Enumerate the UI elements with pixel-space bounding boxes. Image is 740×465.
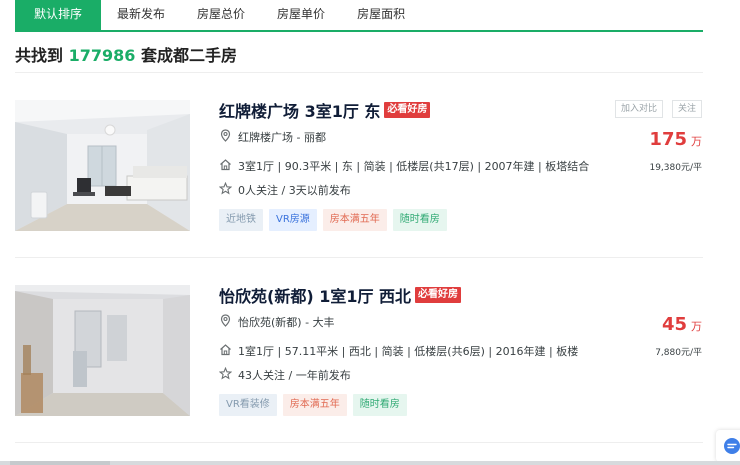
- listing-title-text[interactable]: 红牌楼广场 3室1厅 东: [219, 98, 380, 122]
- must-see-badge: 必看好房: [384, 102, 431, 118]
- result-count: 177986: [68, 46, 136, 65]
- tag-five-years: 房本满五年: [322, 209, 387, 231]
- star-icon: [219, 367, 232, 380]
- listing-title[interactable]: 怡欣苑(新都) 1室1厅 西北 必看好房: [219, 283, 462, 307]
- location-separator: -: [301, 316, 313, 329]
- scrollbar-thumb[interactable]: [10, 461, 110, 465]
- listing-tags: VR看装修 房本满五年 随时看房: [219, 394, 407, 416]
- house-icon: [220, 344, 231, 356]
- location-pin-icon: [220, 314, 231, 327]
- district-link[interactable]: 丽都: [304, 131, 326, 144]
- divider: [15, 257, 703, 258]
- divider: [15, 442, 703, 443]
- total-price: 175 万: [649, 129, 702, 150]
- chat-icon[interactable]: [722, 436, 740, 456]
- must-see-badge: 必看好房: [415, 287, 462, 303]
- listing-location: 怡欣苑(新都) - 大丰: [238, 314, 335, 330]
- summary-prefix: 共找到: [15, 46, 64, 65]
- sort-bar: 默认排序 最新发布 房屋总价 房屋单价 房屋面积: [15, 0, 703, 32]
- sort-tab-newest[interactable]: 最新发布: [101, 0, 181, 30]
- summary-suffix: 套成都二手房: [140, 46, 237, 65]
- divider: [15, 72, 703, 73]
- listing-follow-info: 0人关注 / 3天以前发布: [238, 184, 351, 197]
- tag-five-years: 房本满五年: [282, 394, 347, 416]
- house-icon: [220, 159, 231, 171]
- tag-anytime-viewing: 随时看房: [352, 394, 407, 416]
- total-price-unit: 万: [691, 135, 702, 148]
- listing-photo[interactable]: [15, 100, 190, 231]
- location-pin-icon: [220, 129, 231, 142]
- tag-anytime-viewing: 随时看房: [392, 209, 447, 231]
- community-link[interactable]: 红牌楼广场: [238, 131, 293, 144]
- star-icon: [219, 182, 232, 195]
- sort-tab-total-price[interactable]: 房屋总价: [181, 0, 261, 30]
- sort-tab-area[interactable]: 房屋面积: [341, 0, 421, 30]
- total-price-unit: 万: [691, 320, 702, 333]
- total-price-value: 45: [661, 314, 687, 335]
- sort-tab-unit-price[interactable]: 房屋单价: [261, 0, 341, 30]
- listing-location: 红牌楼广场 - 丽都: [238, 129, 326, 145]
- add-compare-button[interactable]: 加入对比: [615, 100, 664, 118]
- district-link[interactable]: 大丰: [313, 316, 335, 329]
- listing-tags: 近地铁 VR房源 房本满五年 随时看房: [219, 209, 447, 231]
- tag-vr-listing: VR房源: [269, 209, 317, 231]
- tag-near-subway: 近地铁: [219, 209, 263, 231]
- horizontal-scrollbar[interactable]: [0, 461, 740, 465]
- location-separator: -: [293, 131, 304, 144]
- unit-price: 19,380元/平: [649, 163, 702, 173]
- listing-house-info: 3室1厅 | 90.3平米 | 东 | 简装 | 低楼层(共17层) | 200…: [238, 160, 590, 173]
- community-link[interactable]: 怡欣苑(新都): [238, 316, 302, 329]
- unit-price: 7,880元/平: [655, 348, 702, 358]
- listing-follow-info: 43人关注 / 一年前发布: [238, 369, 351, 382]
- result-summary: 共找到 177986 套成都二手房: [15, 42, 237, 66]
- follow-button[interactable]: 关注: [672, 100, 703, 118]
- tag-vr-decoration: VR看装修: [219, 394, 277, 416]
- total-price-value: 175: [649, 129, 687, 150]
- listing-title[interactable]: 红牌楼广场 3室1厅 东 必看好房: [219, 98, 431, 122]
- chat-widget[interactable]: [716, 430, 740, 462]
- listing-house-info: 1室1厅 | 57.11平米 | 西北 | 简装 | 低楼层(共6层) | 20…: [238, 345, 579, 358]
- total-price: 45 万: [662, 314, 702, 335]
- sort-tab-default[interactable]: 默认排序: [15, 0, 102, 30]
- listing-title-text[interactable]: 怡欣苑(新都) 1室1厅 西北: [219, 283, 411, 307]
- listing-photo[interactable]: [15, 285, 190, 416]
